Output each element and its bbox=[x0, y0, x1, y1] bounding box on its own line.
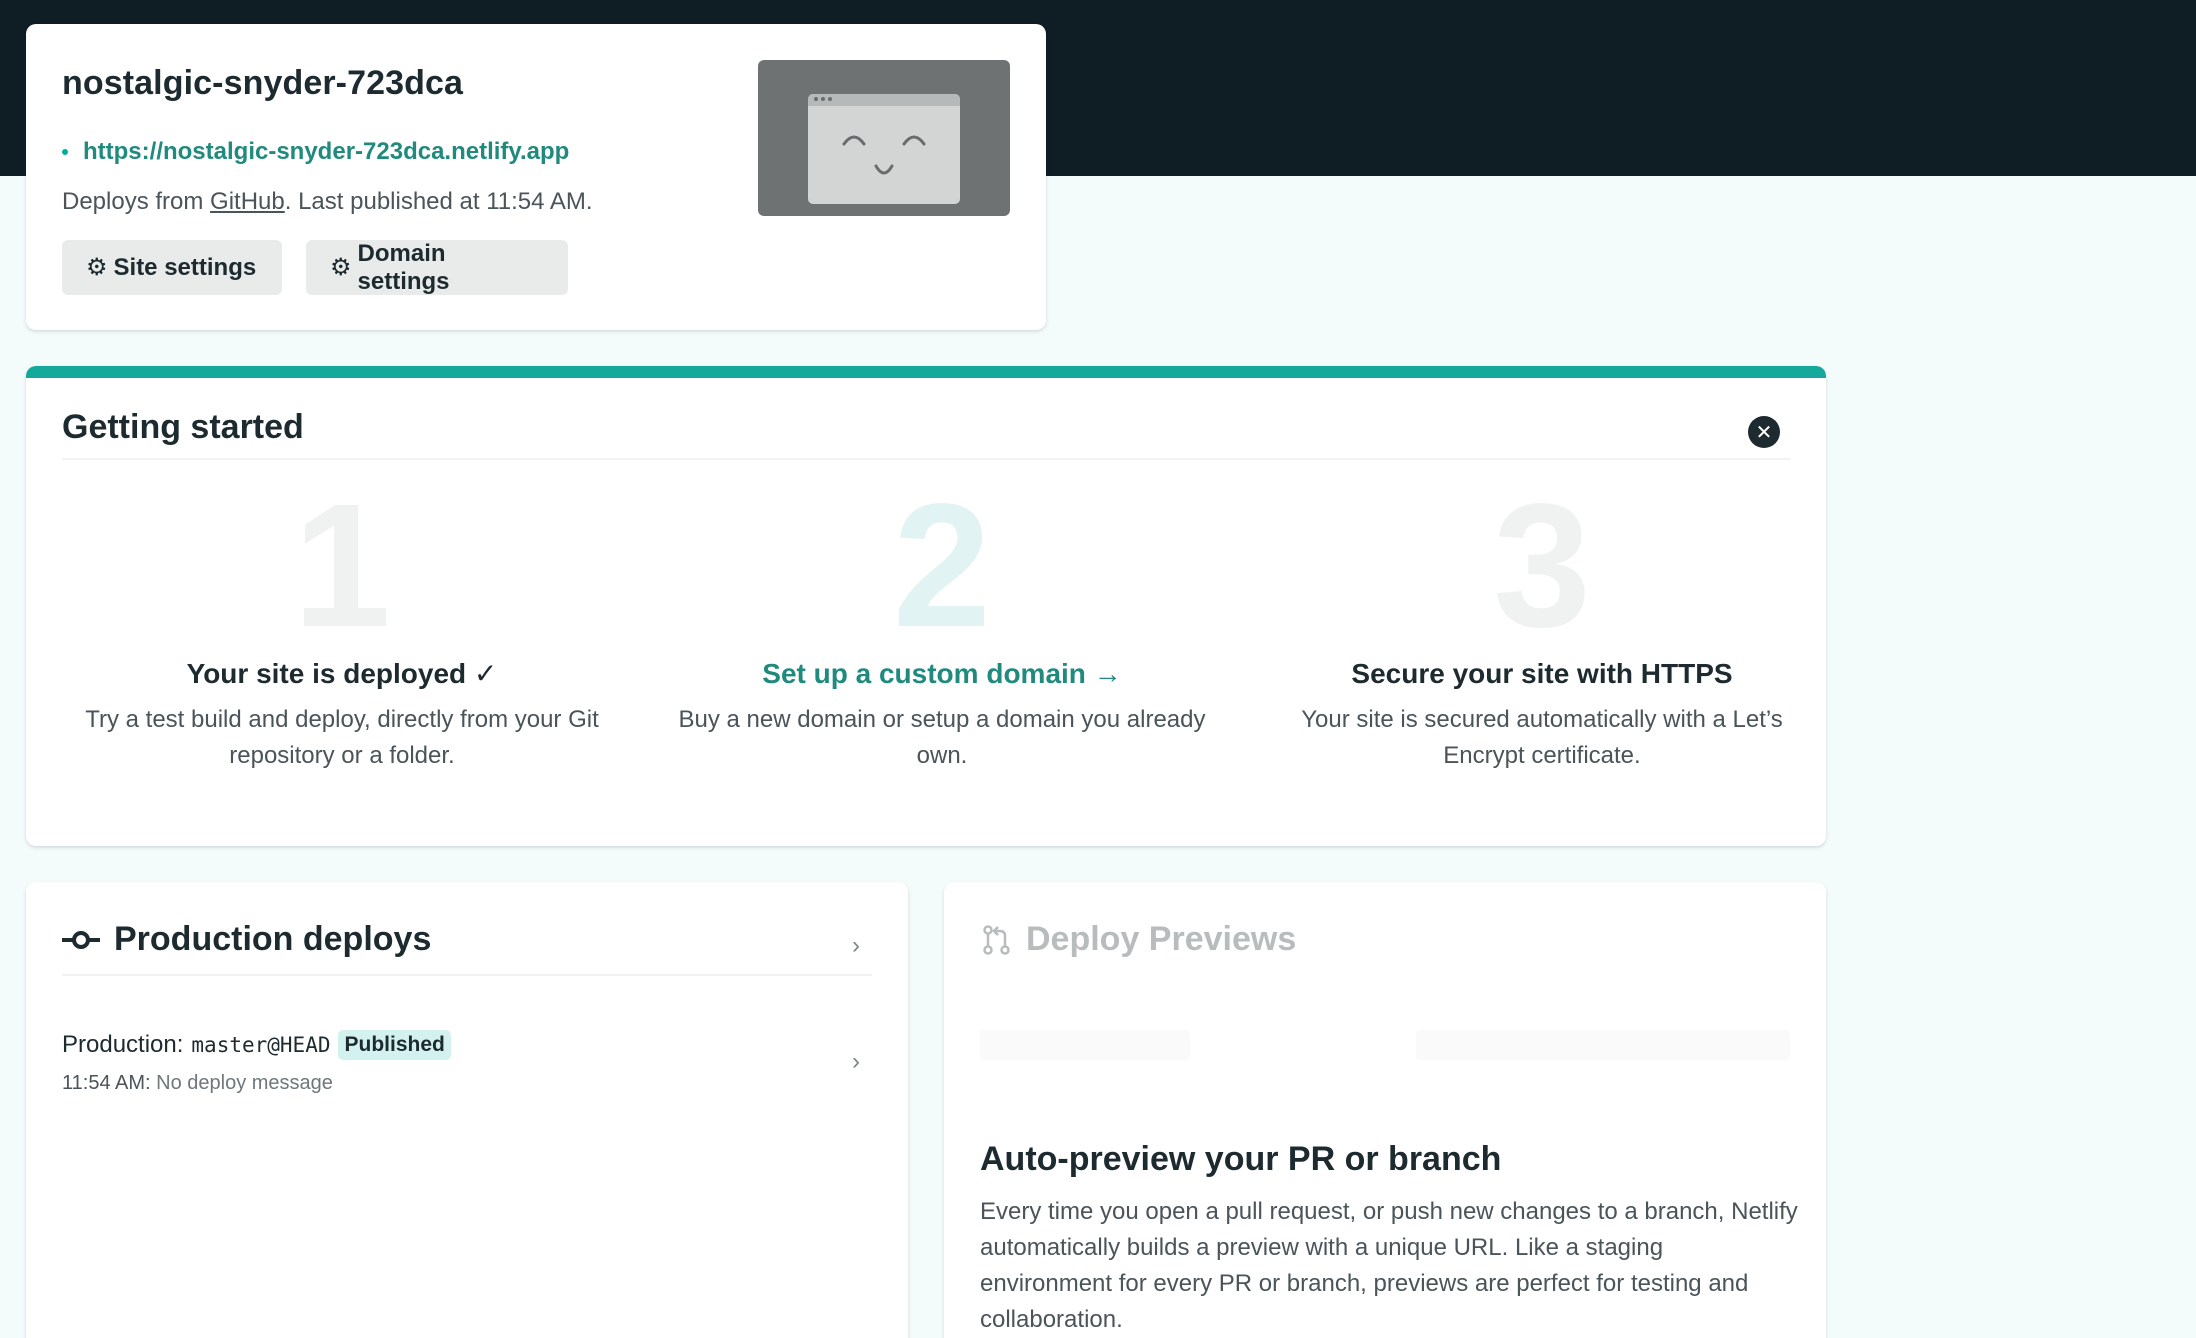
gear-icon: ⚙ bbox=[86, 254, 108, 281]
production-deploys-card: Production deploys › Production: master@… bbox=[26, 882, 908, 1338]
skeleton-placeholder bbox=[1416, 1030, 1790, 1060]
gear-icon: ⚙ bbox=[330, 254, 352, 281]
step-number: 2 bbox=[893, 468, 991, 664]
domain-settings-button[interactable]: ⚙ Domain settings bbox=[306, 240, 568, 295]
step-number: 1 bbox=[293, 468, 391, 664]
chevron-right-icon: › bbox=[852, 1048, 860, 1075]
site-url-row: https://nostalgic-snyder-723dca.netlify.… bbox=[62, 138, 569, 166]
step-description: Buy a new domain or setup a domain you a… bbox=[678, 706, 1206, 769]
deploy-previews-card: Deploy Previews Auto-preview your PR or … bbox=[944, 882, 1826, 1338]
deploy-ref: master@HEAD bbox=[191, 1033, 331, 1057]
deploys-suffix: . Last published at 11:54 AM. bbox=[284, 188, 593, 215]
deploy-previews-title: Deploy Previews bbox=[1026, 920, 1297, 958]
domain-settings-label: Domain settings bbox=[357, 239, 450, 295]
smiley-face-icon bbox=[842, 135, 926, 175]
site-url-link[interactable]: https://nostalgic-snyder-723dca.netlify.… bbox=[83, 138, 569, 166]
github-link[interactable]: GitHub bbox=[210, 188, 285, 215]
site-overview-card: nostalgic-snyder-723dca https://nostalgi… bbox=[26, 24, 1046, 330]
getting-started-card: Getting started ✕ 1 Your site is deploye… bbox=[26, 366, 1826, 846]
deploy-message: No deploy message bbox=[156, 1072, 333, 1094]
site-settings-button[interactable]: ⚙ Site settings bbox=[62, 240, 282, 295]
getting-started-title: Getting started bbox=[62, 408, 304, 446]
step-description: Your site is secured automatically with … bbox=[1301, 706, 1783, 769]
browser-window-icon bbox=[808, 94, 960, 204]
deploy-list-item[interactable]: Production: master@HEAD Published 11:54 … bbox=[62, 1030, 872, 1110]
chevron-right-icon[interactable]: › bbox=[852, 932, 860, 960]
pull-request-icon bbox=[983, 924, 1010, 955]
step-custom-domain: 2 Set up a custom domain → Buy a new dom… bbox=[662, 468, 1222, 774]
deploy-context-label: Production: bbox=[62, 1031, 184, 1058]
accent-bar bbox=[26, 366, 1826, 378]
deploys-prefix: Deploys from bbox=[62, 188, 211, 215]
production-deploys-header[interactable]: Production deploys bbox=[62, 920, 431, 959]
deploy-time: 11:54 AM: bbox=[62, 1072, 151, 1094]
production-deploys-title: Production deploys bbox=[114, 920, 432, 958]
step-https: 3 Secure your site with HTTPS Your site … bbox=[1262, 468, 1822, 774]
step-title: Your site is deployed ✓ bbox=[186, 658, 498, 689]
deploy-summary: Production: master@HEAD Published bbox=[62, 1030, 872, 1060]
site-thumbnail[interactable] bbox=[758, 60, 1010, 216]
commit-icon bbox=[62, 930, 100, 949]
divider bbox=[62, 458, 1790, 460]
step-number: 3 bbox=[1493, 468, 1591, 664]
deploy-meta: 11:54 AM: No deploy message bbox=[62, 1072, 872, 1095]
step-deployed: 1 Your site is deployed ✓ Try a test bui… bbox=[62, 468, 622, 774]
site-settings-label: Site settings bbox=[113, 253, 257, 281]
custom-domain-link[interactable]: Set up a custom domain → bbox=[662, 656, 1222, 692]
auto-preview-heading: Auto-preview your PR or branch bbox=[980, 1140, 1502, 1178]
step-title: Secure your site with HTTPS bbox=[1351, 658, 1733, 689]
status-dot-icon bbox=[62, 149, 68, 155]
site-deploy-info: Deploys from GitHub. Last published at 1… bbox=[62, 188, 593, 216]
auto-preview-description: Every time you open a pull request, or p… bbox=[980, 1198, 1798, 1333]
deploy-previews-header: Deploy Previews bbox=[982, 920, 1296, 959]
skeleton-placeholder bbox=[980, 1030, 1190, 1060]
step-description: Try a test build and deploy, directly fr… bbox=[85, 706, 599, 769]
site-name: nostalgic-snyder-723dca bbox=[62, 64, 464, 102]
divider bbox=[62, 974, 872, 976]
status-badge: Published bbox=[338, 1030, 451, 1060]
close-icon[interactable]: ✕ bbox=[1748, 416, 1780, 448]
